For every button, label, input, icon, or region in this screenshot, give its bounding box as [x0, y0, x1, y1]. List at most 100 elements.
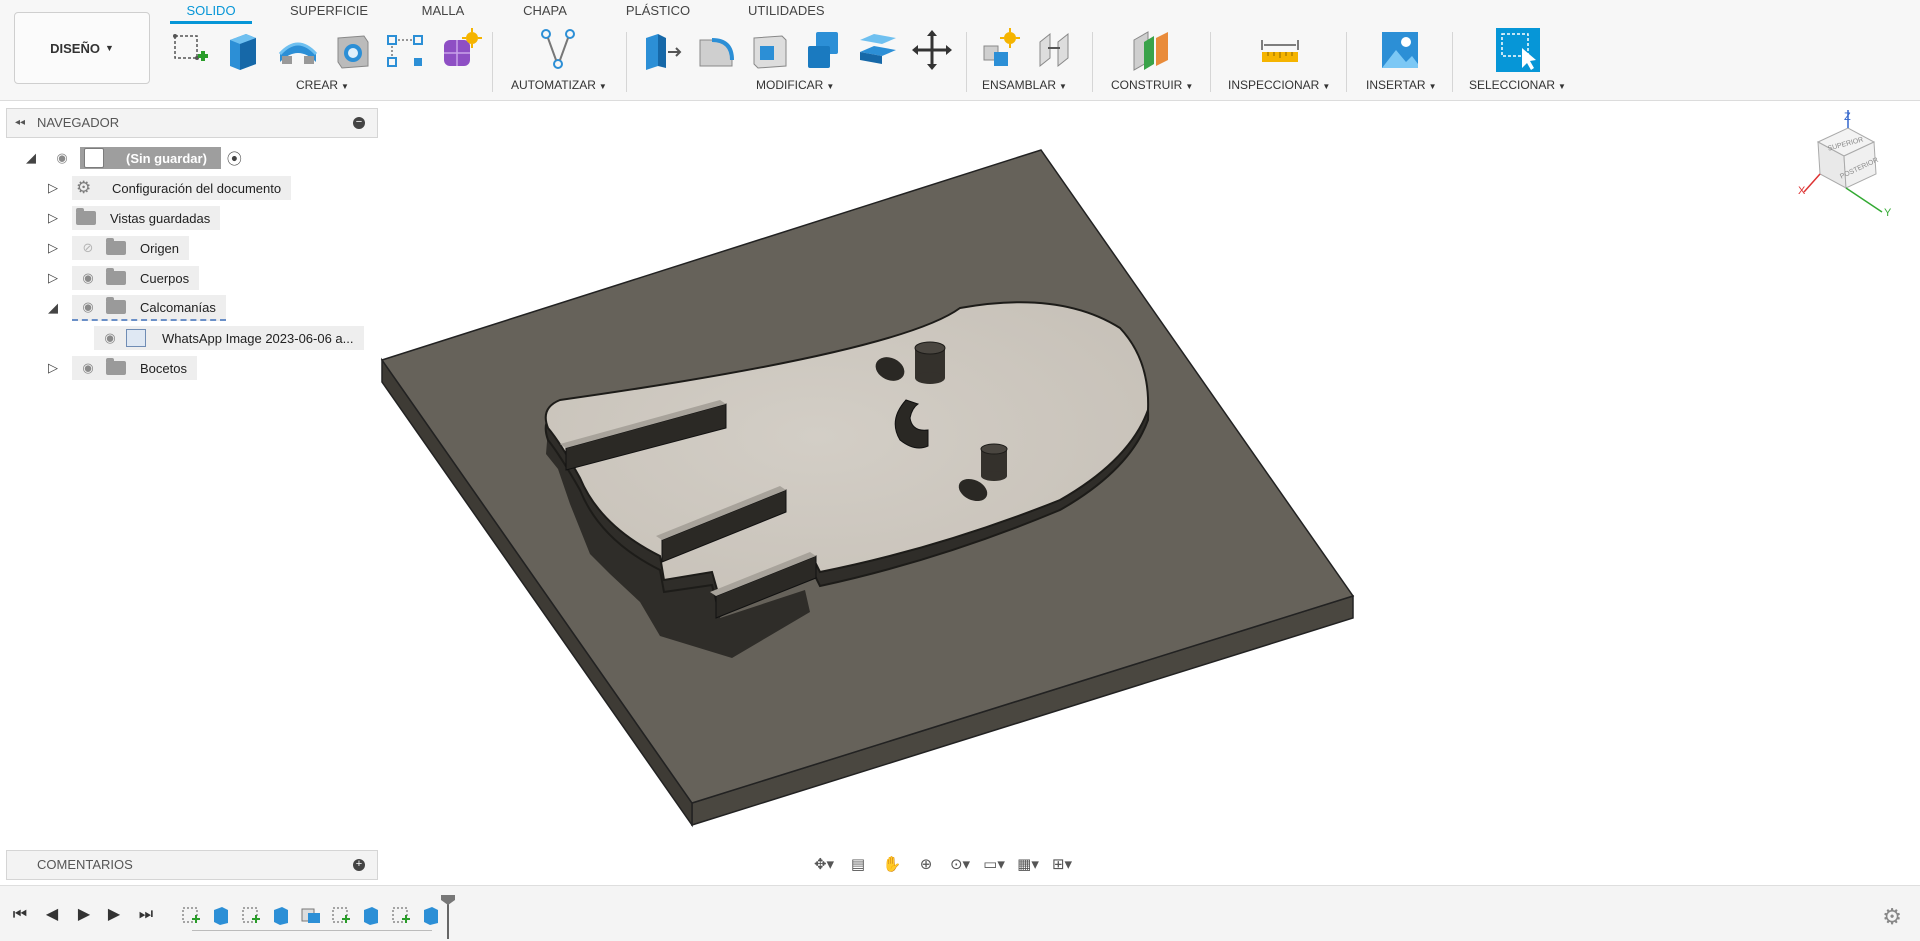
grid-icon[interactable]: ▦▾ [1014, 852, 1042, 876]
tab-solido[interactable]: SOLIDO [170, 0, 252, 24]
timeline-extrude-icon[interactable] [360, 905, 382, 925]
tree-chip: ◉ Cuerpos [72, 266, 200, 290]
group-inspeccionar[interactable]: INSPECCIONAR ▼ [1228, 78, 1330, 92]
expand-triangle-icon[interactable]: ◢ [26, 150, 40, 166]
automate-icon[interactable] [536, 26, 580, 74]
collapse-icon[interactable]: ◂◂ [15, 117, 25, 128]
root-component[interactable]: (Sin guardar) [80, 147, 221, 169]
expand-triangle-icon[interactable]: ▷ [48, 210, 62, 226]
offset-face-icon[interactable] [856, 26, 900, 74]
tree-item-label: Origen [140, 240, 180, 256]
zoom-icon[interactable]: ⊕ [912, 852, 940, 876]
tree-item-decals[interactable]: ◢ ◉ Calcomanías [48, 295, 226, 321]
tree-item-label: Cuerpos [140, 270, 190, 286]
tree-chip: ⚙ Configuración del documento [72, 176, 292, 200]
group-automatizar[interactable]: AUTOMATIZAR ▼ [511, 78, 607, 92]
fit-icon[interactable]: ⊙▾ [946, 852, 974, 876]
eye-icon[interactable]: ◉ [78, 360, 98, 376]
revolve-icon[interactable] [276, 26, 320, 74]
add-comment-button[interactable]: + [353, 859, 365, 871]
collapse-triangle-icon[interactable]: ◢ [48, 300, 62, 316]
gear-icon: ⚙ [76, 178, 92, 197]
group-construir[interactable]: CONSTRUIR ▼ [1111, 78, 1193, 92]
expand-triangle-icon[interactable]: ▷ [48, 270, 62, 286]
tab-malla[interactable]: MALLA [418, 0, 468, 24]
press-pull-icon[interactable] [640, 26, 684, 74]
group-modificar[interactable]: MODIFICAR ▼ [756, 78, 834, 92]
expand-triangle-icon[interactable]: ▷ [48, 180, 62, 196]
folder-icon [106, 297, 126, 314]
display-settings-icon[interactable]: ▭▾ [980, 852, 1008, 876]
tab-plastico[interactable]: PLÁSTICO [625, 0, 691, 24]
orbit-icon[interactable]: ✥▾ [810, 852, 838, 876]
tree-chip: ◉ Bocetos [72, 356, 197, 380]
move-icon[interactable] [910, 26, 954, 74]
timeline-sketch-icon[interactable] [330, 905, 352, 925]
separator [1346, 32, 1347, 92]
expand-triangle-icon[interactable]: ▷ [48, 240, 62, 256]
tab-utilidades[interactable]: UTILIDADES [748, 0, 825, 24]
insert-image-icon[interactable] [1378, 26, 1422, 74]
timeline-extrude-icon[interactable] [420, 905, 442, 925]
go-to-start-icon[interactable]: ⏮ [10, 905, 30, 925]
tab-chapa[interactable]: CHAPA [522, 0, 568, 24]
group-crear[interactable]: CREAR ▼ [296, 78, 349, 92]
go-to-end-icon[interactable]: ⏭ [136, 905, 156, 925]
group-modificar-label: MODIFICAR [756, 78, 824, 92]
chevron-down-icon: ▼ [341, 82, 349, 91]
eye-icon[interactable]: ◉ [78, 270, 98, 286]
eye-hidden-icon[interactable]: ⊘ [78, 240, 98, 256]
tree-item-saved-views[interactable]: ▷ Vistas guardadas [48, 206, 221, 230]
viewcube[interactable]: SUPERIOR POSTERIOR X Y Z [1790, 108, 1900, 218]
measure-icon[interactable] [1258, 26, 1302, 74]
step-forward-icon[interactable]: ▶ [104, 905, 124, 925]
timeline-track [192, 930, 432, 931]
timeline-settings-gear-icon[interactable]: ⚙ [1882, 904, 1902, 930]
viewports-icon[interactable]: ⊞▾ [1048, 852, 1076, 876]
timeline-sketch-icon[interactable] [240, 905, 262, 925]
play-icon[interactable]: ▶ [74, 905, 94, 925]
timeline-extrude-icon[interactable] [210, 905, 232, 925]
select-icon[interactable] [1496, 26, 1540, 74]
navigator-collapse-button[interactable]: − [353, 117, 365, 129]
new-component-icon[interactable] [980, 26, 1024, 74]
combine-icon[interactable] [802, 26, 846, 74]
shell-icon[interactable] [748, 26, 792, 74]
canvas-viewport[interactable] [380, 100, 1920, 882]
eye-icon[interactable]: ◉ [52, 150, 72, 166]
tree-item-document-settings[interactable]: ▷ ⚙ Configuración del documento [48, 176, 292, 200]
chevron-down-icon: ▼ [104, 43, 114, 53]
eye-icon[interactable]: ◉ [78, 299, 98, 315]
timeline-decal-icon[interactable] [300, 905, 322, 925]
joint-icon[interactable] [1034, 26, 1078, 74]
workspace-switcher[interactable]: DISEÑO ▼ [14, 12, 150, 84]
create-form-icon[interactable] [438, 26, 482, 74]
group-ensamblar[interactable]: ENSAMBLAR ▼ [982, 78, 1067, 92]
timeline-sketch-icon[interactable] [390, 905, 412, 925]
tree-item-label: Calcomanías [140, 299, 216, 315]
group-seleccionar[interactable]: SELECCIONAR ▼ [1469, 78, 1566, 92]
tab-superficie[interactable]: SUPERFICIE [290, 0, 368, 24]
activate-radio-icon[interactable]: ⦿ [227, 148, 242, 169]
hole-icon[interactable] [330, 26, 374, 74]
offset-plane-icon[interactable] [1130, 26, 1174, 74]
tree-item-bodies[interactable]: ▷ ◉ Cuerpos [48, 266, 200, 290]
tree-item-origin[interactable]: ▷ ⊘ Origen [48, 236, 190, 260]
fillet-icon[interactable] [694, 26, 738, 74]
eye-icon[interactable]: ◉ [100, 330, 120, 346]
tree-item-decal-image[interactable]: ◉ WhatsApp Image 2023-06-06 a... [86, 326, 364, 350]
group-insertar[interactable]: INSERTAR ▼ [1366, 78, 1437, 92]
create-sketch-icon[interactable] [168, 26, 212, 74]
tree-item-sketches[interactable]: ▷ ◉ Bocetos [48, 356, 197, 380]
expand-triangle-icon[interactable]: ▷ [48, 360, 62, 376]
timeline-sketch-icon[interactable] [180, 905, 202, 925]
viewcube-y-label: Y [1884, 207, 1892, 218]
step-back-icon[interactable]: ◀ [42, 905, 62, 925]
look-at-icon[interactable]: ▤ [844, 852, 872, 876]
tree-root[interactable]: ◢ ◉ (Sin guardar) ⦿ [26, 146, 242, 170]
pattern-icon[interactable] [384, 26, 428, 74]
extrude-icon[interactable] [222, 26, 266, 74]
timeline-extrude-icon[interactable] [270, 905, 292, 925]
timeline-marker[interactable] [447, 899, 449, 939]
pan-icon[interactable]: ✋ [878, 852, 906, 876]
